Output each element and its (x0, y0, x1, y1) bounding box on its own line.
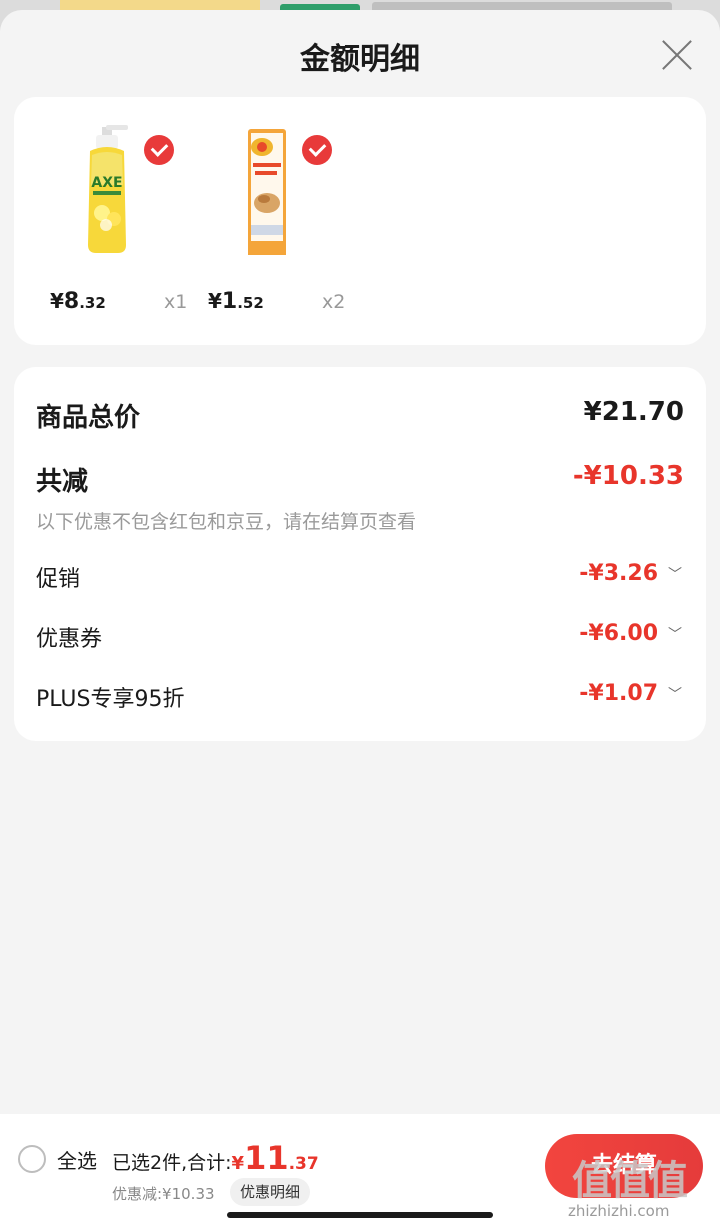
discount-detail-button[interactable]: 优惠明细 (230, 1178, 311, 1206)
chevron-down-icon[interactable]: ﹀ (668, 561, 682, 589)
goods-total-value: ¥21.70 (583, 397, 684, 427)
goods-total-label: 商品总价 (36, 403, 141, 433)
chevron-down-icon[interactable]: ﹀ (668, 621, 682, 649)
coupon-value: -¥6.00 (579, 621, 658, 646)
selected-count-text: 已选2件,合计: (112, 1152, 232, 1174)
home-indicator[interactable] (227, 1212, 493, 1218)
oat-snack-pack-icon (248, 129, 286, 255)
plus-discount-row[interactable]: PLUS专享95折 -¥1.07 ﹀ (36, 681, 684, 713)
svg-text:AXE: AXE (91, 175, 122, 191)
total-reduce-value: -¥10.33 (572, 461, 684, 491)
product-item[interactable]: AXE ¥8.32 x1 (14, 97, 187, 345)
product-quantity: x2 (322, 291, 346, 313)
select-all-label[interactable]: 全选 (57, 1145, 97, 1174)
coupon-row[interactable]: 优惠券 -¥6.00 ﹀ (36, 621, 684, 653)
product-price: ¥8.32 (50, 289, 106, 314)
amount-detail-sheet: 金额明细 AXE ¥8.32 x1 ¥1.52 x2 商品总价 ¥21.70 共… (0, 10, 720, 1230)
close-icon[interactable] (660, 38, 694, 72)
coupon-label: 优惠券 (36, 627, 103, 652)
product-selected-checkbox[interactable] (144, 135, 174, 165)
plus-discount-label: PLUS专享95折 (36, 687, 185, 712)
checkout-button[interactable]: 去结算 (545, 1134, 703, 1198)
product-price: ¥1.52 (208, 289, 264, 314)
select-all-radio[interactable] (18, 1145, 46, 1173)
total-reduce-label: 共减 (36, 467, 89, 497)
chevron-down-icon[interactable]: ﹀ (668, 681, 682, 709)
selected-summary: 已选2件,合计:¥11.37 (112, 1139, 319, 1177)
promo-value: -¥3.26 (579, 561, 658, 586)
products-card: AXE ¥8.32 x1 ¥1.52 x2 (14, 97, 706, 345)
promo-label: 促销 (36, 567, 81, 592)
reduce-note: 以下优惠不包含红包和京豆，请在结算页查看 (36, 511, 417, 533)
plus-discount-value: -¥1.07 (579, 681, 658, 706)
product-selected-checkbox[interactable] (302, 135, 332, 165)
amount-detail-card: 商品总价 ¥21.70 共减 -¥10.33 以下优惠不包含红包和京豆，请在结算… (14, 367, 706, 741)
sheet-title: 金额明细 (300, 42, 420, 77)
product-item[interactable]: ¥1.52 x2 (172, 97, 346, 345)
sheet-header: 金额明细 (0, 10, 720, 96)
discount-amount: 优惠减:¥10.33 (112, 1185, 215, 1203)
axe-dish-soap-bottle-icon: AXE (88, 125, 128, 253)
promo-row[interactable]: 促销 -¥3.26 ﹀ (36, 561, 684, 593)
order-total: ¥11.37 (231, 1139, 319, 1177)
